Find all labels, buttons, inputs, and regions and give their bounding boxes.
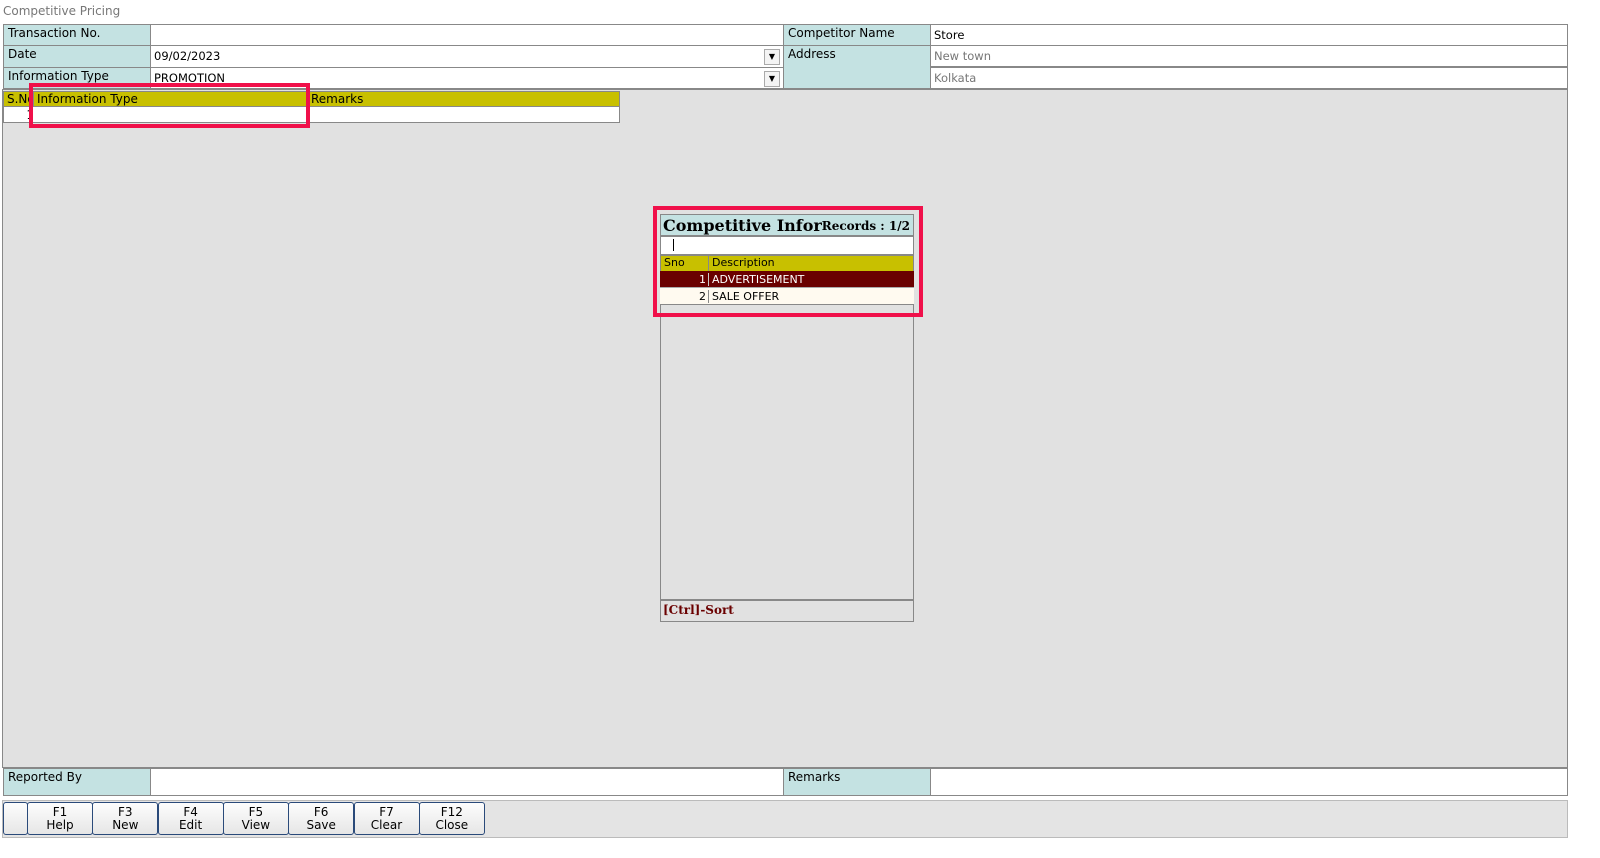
remarks-input[interactable] [930, 768, 1568, 796]
date-field[interactable]: 09/02/2023 ▼ [150, 45, 784, 68]
date-value: 09/02/2023 [154, 49, 221, 63]
highlight-box [29, 83, 310, 128]
date-label: Date [3, 45, 151, 68]
button-label: Save [306, 818, 336, 832]
button-label: Edit [178, 818, 203, 832]
sort-hint: [Ctrl]-Sort [660, 600, 914, 622]
reported-by-input[interactable] [150, 768, 784, 796]
view-button[interactable]: F5 View [222, 802, 289, 835]
button-label: View [241, 818, 271, 832]
remarks-label: Remarks [783, 768, 931, 796]
chevron-down-icon[interactable]: ▼ [764, 71, 780, 87]
address-line2[interactable]: Kolkata [930, 67, 1568, 89]
button-label: Clear [370, 818, 403, 832]
button-label: New [112, 818, 139, 832]
window-title: Competitive Pricing [3, 4, 121, 18]
address-label: Address [783, 45, 931, 89]
blank-button[interactable] [3, 802, 28, 835]
help-button[interactable]: F1 Help [27, 802, 93, 835]
save-button[interactable]: F6 Save [288, 802, 355, 835]
new-button[interactable]: F3 New [92, 802, 159, 835]
transaction-no-input[interactable] [150, 24, 784, 46]
transaction-no-label: Transaction No. [3, 24, 151, 46]
address-line1[interactable]: New town [930, 45, 1568, 67]
column-remarks: Remarks [307, 91, 620, 107]
competitor-name-input[interactable]: Store [930, 24, 1568, 46]
clear-button[interactable]: F7 Clear [353, 802, 420, 835]
button-label: Help [46, 818, 74, 832]
edit-button[interactable]: F4 Edit [157, 802, 224, 835]
reported-by-label: Reported By [3, 768, 151, 796]
close-button[interactable]: F12 Close [418, 802, 485, 835]
chevron-down-icon[interactable]: ▼ [764, 49, 780, 65]
button-label: Close [435, 818, 469, 832]
highlight-box [653, 206, 923, 317]
competitor-name-label: Competitor Name [783, 24, 931, 46]
